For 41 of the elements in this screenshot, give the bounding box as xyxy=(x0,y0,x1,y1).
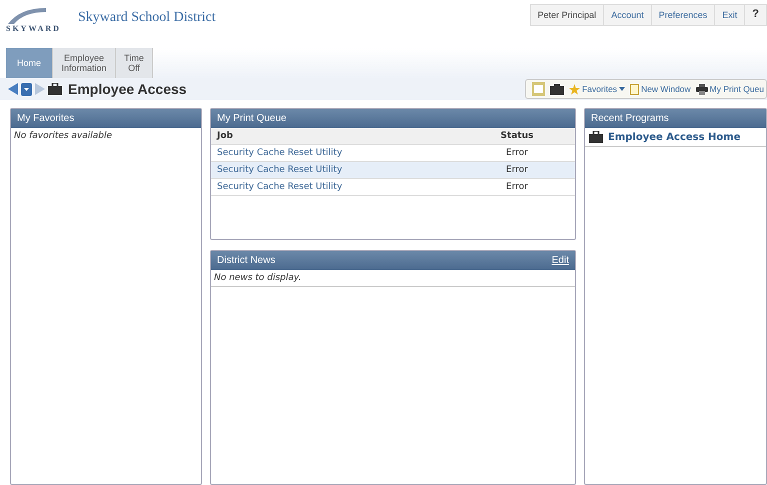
panel-title: My Favorites xyxy=(11,109,201,128)
header-link[interactable]: Account xyxy=(603,5,651,25)
swoosh-logo-icon xyxy=(6,6,46,24)
logo-text: SKYWARD xyxy=(6,24,62,33)
job-link[interactable]: Security Cache Reset Utility xyxy=(217,182,477,192)
edit-link[interactable]: Edit xyxy=(552,255,569,266)
status-cell-text: Error xyxy=(505,165,529,175)
page-title: Employee Access xyxy=(68,81,187,97)
nav-tab[interactable]: Employee Information xyxy=(53,48,116,78)
panel-title: My Print Queue xyxy=(211,109,575,128)
printer-icon xyxy=(696,84,708,94)
briefcase-icon xyxy=(589,131,603,143)
favorites-button[interactable]: Favorites xyxy=(569,84,626,94)
new-window-button[interactable]: New Window xyxy=(630,84,691,94)
favorites-label: Favorites xyxy=(582,84,618,94)
queue-row[interactable]: Security Cache Reset Utility Error xyxy=(211,179,575,196)
queue-row[interactable]: Security Cache Reset Utility Error xyxy=(211,162,575,179)
header-link[interactable]: Exit xyxy=(714,5,744,25)
header-link[interactable]: Preferences xyxy=(650,5,714,25)
header-link[interactable]: Peter Principal xyxy=(530,5,604,25)
status-cell-text: Error xyxy=(505,148,529,158)
briefcase-icon xyxy=(48,83,62,95)
back-arrow-icon[interactable] xyxy=(8,83,18,95)
site-title: Skyward School District xyxy=(78,10,216,26)
page-icon xyxy=(630,84,640,94)
panel-title: Recent Programs xyxy=(585,109,766,128)
print-queue-button[interactable]: My Print Queu xyxy=(696,84,764,94)
job-link[interactable]: Security Cache Reset Utility xyxy=(217,148,477,158)
caret-icon xyxy=(619,87,626,91)
empty-message: No favorites available xyxy=(13,130,114,143)
job-link[interactable]: Security Cache Reset Utility xyxy=(217,165,477,175)
panel-title: District News xyxy=(217,255,276,266)
column-header: Job xyxy=(217,131,234,141)
status-cell-text: Error xyxy=(505,182,529,192)
dropdown-icon[interactable] xyxy=(21,82,32,96)
star-icon xyxy=(569,84,580,94)
empty-message: No news to display. xyxy=(211,270,575,287)
header-link[interactable]: ? xyxy=(744,5,766,25)
nav-tab[interactable]: Time Off xyxy=(116,48,153,78)
recent-program-link[interactable]: Employee Access Home xyxy=(608,132,740,142)
column-header: Status xyxy=(500,131,534,141)
